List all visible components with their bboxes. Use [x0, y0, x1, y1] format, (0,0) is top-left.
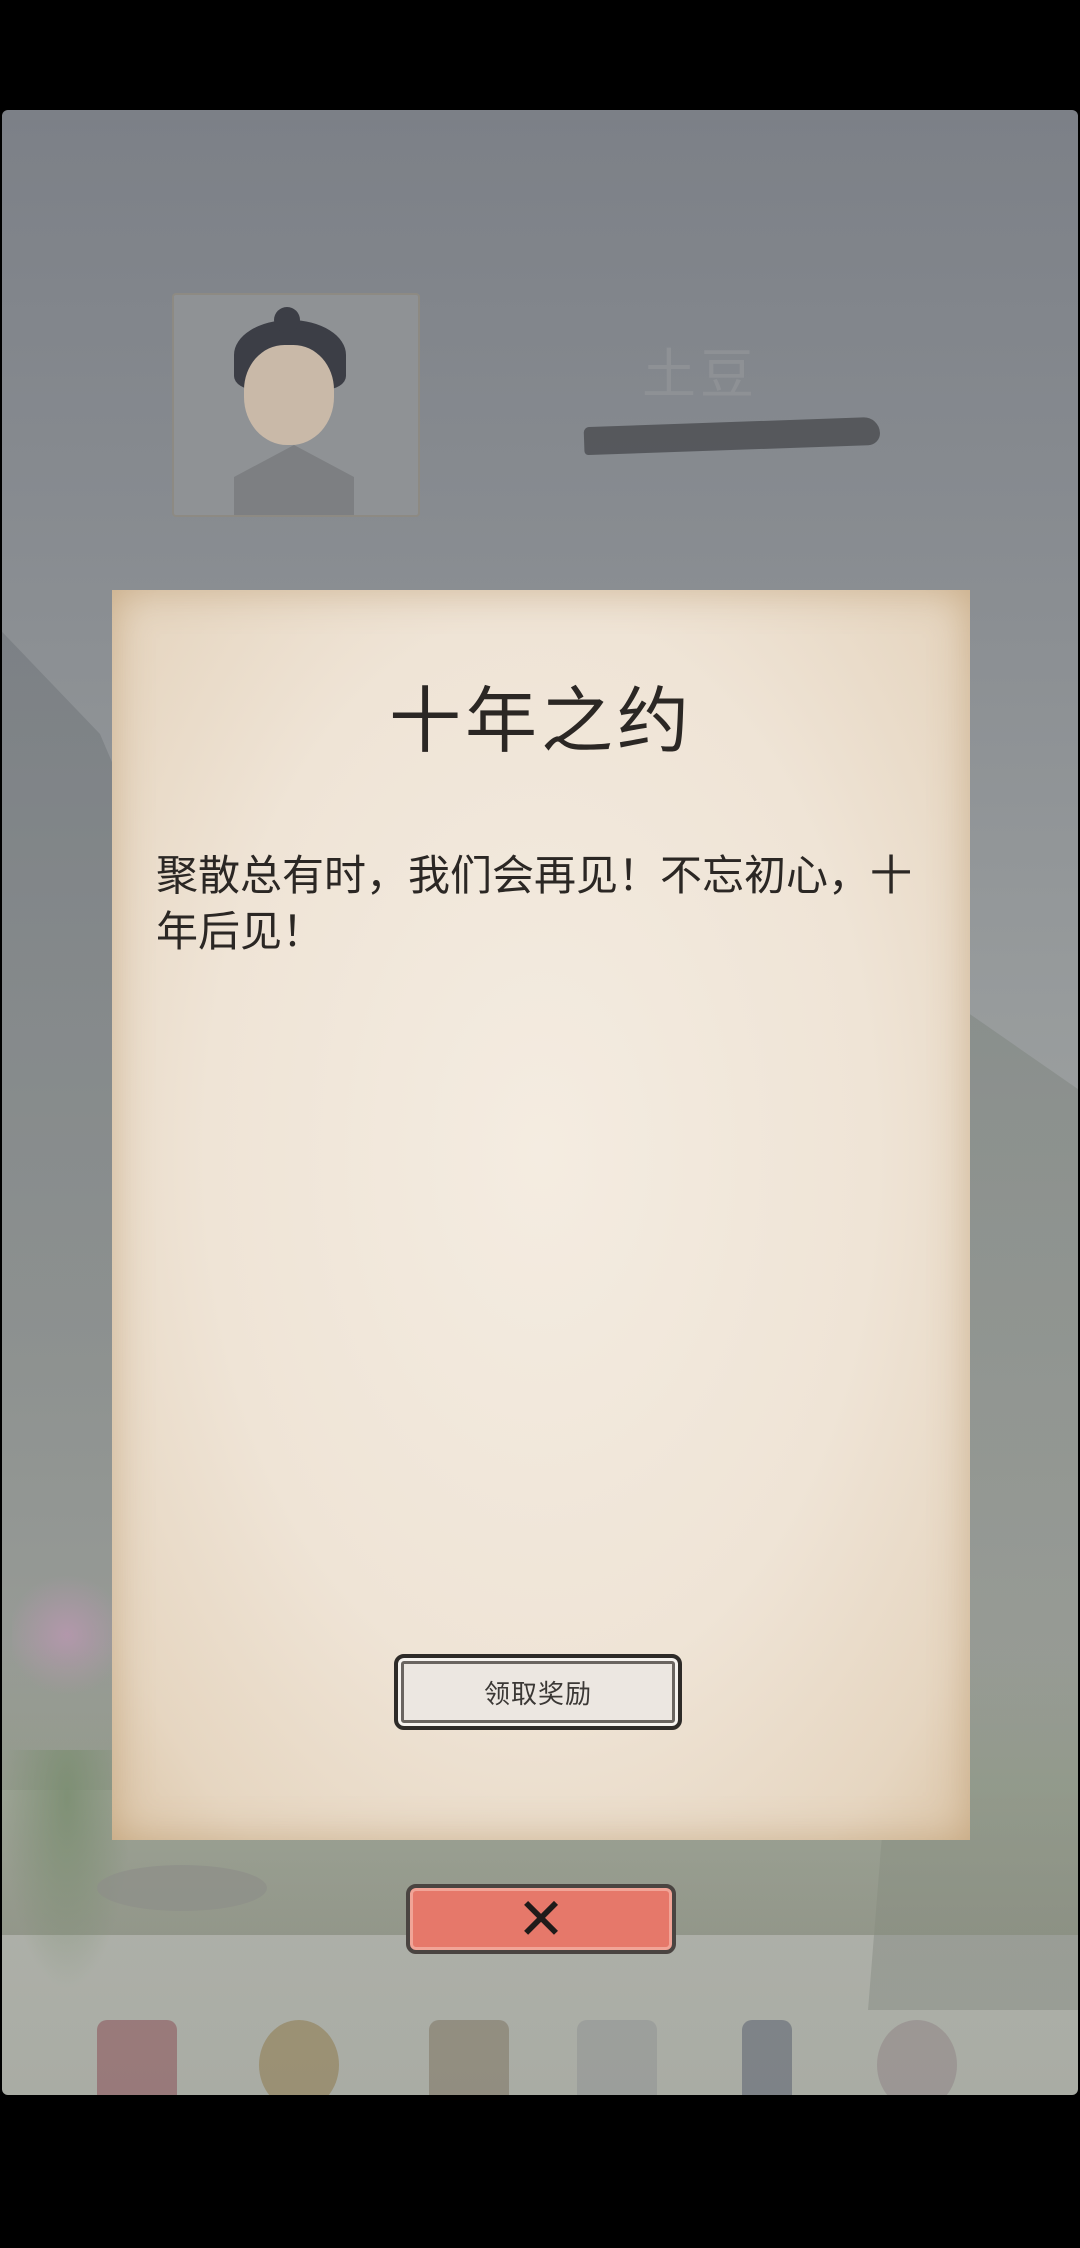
scroll-map-icon [429, 2020, 509, 2095]
avatar-face [244, 345, 334, 445]
nav-item-equipment[interactable]: 装备 [224, 2015, 374, 2095]
close-icon: ✕ [516, 1885, 566, 1953]
nav-item-partner[interactable]: 伙伴 [842, 2015, 992, 2095]
partners-icon [877, 2020, 957, 2095]
nav-item-stage[interactable]: 闯关 [542, 2015, 692, 2095]
home-building-icon [97, 2020, 177, 2095]
swords-icon [577, 2020, 657, 2095]
avatar[interactable] [172, 293, 420, 517]
game-screen: 土豆 首页 装备 江湖 闯关 武功 伙伴 十年之约 聚散总有时，我们会再见！不忘 [2, 110, 1078, 2095]
player-name: 土豆 [642, 343, 758, 406]
book-icon [742, 2020, 792, 2095]
avatar-fan [234, 445, 354, 515]
bottom-nav: 首页 装备 江湖 闯关 武功 伙伴 [2, 2015, 1078, 2095]
equipment-pot-icon [259, 2020, 339, 2095]
name-brush-stroke [583, 416, 881, 456]
nav-item-skill[interactable]: 武功 [692, 2015, 842, 2095]
dialog-title: 十年之约 [388, 679, 693, 763]
nav-item-jianghu[interactable]: 江湖 [394, 2015, 544, 2095]
close-button[interactable]: ✕ [406, 1884, 676, 1954]
dialog-message: 聚散总有时，我们会再见！不忘初心，十年后见！ [156, 851, 913, 956]
nav-item-home[interactable]: 首页 [62, 2015, 212, 2095]
claim-reward-button[interactable]: 领取奖励 [394, 1654, 682, 1730]
ten-year-promise-dialog: 十年之约 聚散总有时，我们会再见！不忘初心，十年后见！ 领取奖励 [112, 590, 970, 1840]
claim-reward-label: 领取奖励 [483, 1679, 592, 1710]
rock-scenery [97, 1865, 267, 1911]
avatar-hair-bun [274, 307, 300, 333]
